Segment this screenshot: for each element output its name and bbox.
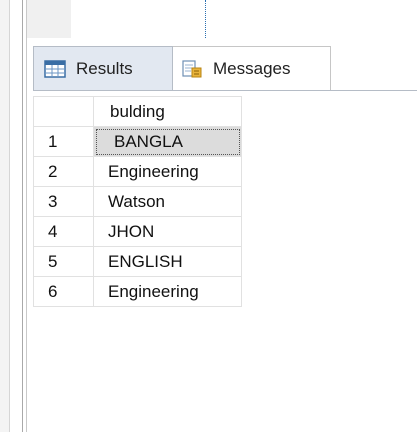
row-number[interactable]: 3 [33, 186, 94, 217]
query-editor-margin [27, 0, 71, 38]
table-row: 2 Engineering [33, 156, 242, 187]
row-number[interactable]: 6 [33, 276, 94, 307]
row-number[interactable]: 4 [33, 216, 94, 247]
table-row: 4 JHON [33, 216, 242, 247]
tab-results[interactable]: Results [33, 46, 173, 90]
table-row: 6 Engineering [33, 276, 242, 307]
table-row: 5 ENGLISH [33, 246, 242, 277]
row-number[interactable]: 1 [33, 126, 94, 157]
grid-header-row: bulding [33, 96, 242, 127]
tab-divider [33, 90, 417, 91]
table-row: 1 BANGLA [33, 126, 242, 157]
results-grid: bulding 1 BANGLA 2 Engineering 3 Watson … [33, 96, 242, 307]
messages-icon [182, 59, 202, 77]
grid-cell-selected[interactable]: BANGLA [93, 126, 242, 157]
column-header-bulding[interactable]: bulding [93, 96, 242, 127]
results-tab-strip: Results Messages [27, 46, 417, 92]
table-row: 3 Watson [33, 186, 242, 217]
grid-icon [44, 59, 66, 78]
grid-cell[interactable]: Engineering [93, 156, 242, 187]
editor-splitter [205, 0, 206, 38]
grid-cell[interactable]: Watson [93, 186, 242, 217]
grid-cell[interactable]: Engineering [93, 276, 242, 307]
row-number[interactable]: 2 [33, 156, 94, 187]
editor-gutter [0, 0, 10, 432]
tab-messages-label: Messages [213, 58, 291, 78]
query-editor[interactable] [27, 0, 417, 40]
grid-cell[interactable]: ENGLISH [93, 246, 242, 277]
grid-corner-cell[interactable] [33, 96, 94, 127]
grid-cell[interactable]: JHON [93, 216, 242, 247]
row-number[interactable]: 5 [33, 246, 94, 277]
tab-results-label: Results [76, 58, 133, 78]
tab-messages[interactable]: Messages [173, 46, 331, 90]
pane-border [22, 0, 23, 432]
